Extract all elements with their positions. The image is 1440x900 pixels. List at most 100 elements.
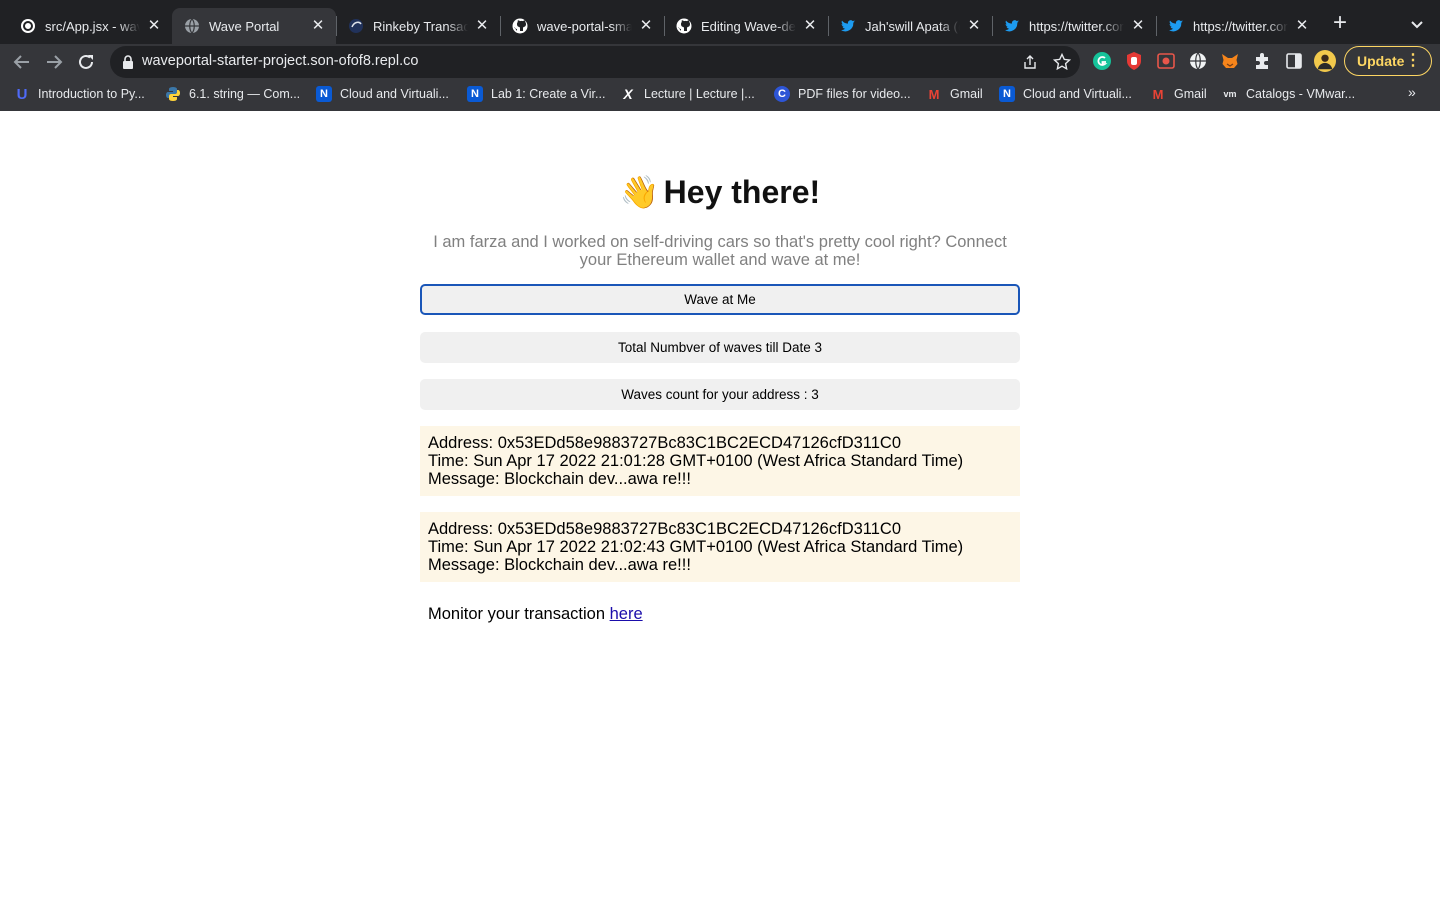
bookmark-label: Catalogs - VMwar...	[1246, 87, 1356, 101]
lock-icon[interactable]	[120, 54, 136, 70]
grammarly-extension-icon[interactable]	[1091, 50, 1113, 72]
tab-rinkeby[interactable]: Rinkeby Transacti ✕	[336, 8, 500, 44]
github-icon	[676, 18, 692, 34]
tab-github-editing[interactable]: Editing Wave-dec ✕	[664, 8, 828, 44]
bookmark-item[interactable]: M Gmail	[1150, 84, 1207, 104]
globe-icon	[184, 18, 200, 34]
notion-n-icon: N	[999, 86, 1015, 102]
update-label: Update	[1357, 53, 1405, 69]
wave-message: Message: Blockchain dev...awa re!!!	[428, 470, 691, 488]
c-logo-icon: C	[774, 86, 790, 102]
total-waves-button[interactable]: Total Numbver of waves till Date 3	[420, 332, 1020, 363]
tab-twitter-profile[interactable]: Jah'swill Apata (@ ✕	[828, 8, 992, 44]
close-tab-icon[interactable]: ✕	[638, 18, 654, 34]
tab-replit[interactable]: src/App.jsx - wave ✕	[8, 8, 172, 44]
close-tab-icon[interactable]: ✕	[146, 18, 162, 34]
tab-github-wave-portal[interactable]: wave-portal-smar ✕	[500, 8, 664, 44]
twitter-icon	[840, 18, 856, 34]
wave-at-me-button[interactable]: Wave at Me	[420, 284, 1020, 315]
close-tab-icon[interactable]: ✕	[966, 18, 982, 34]
bookmark-item[interactable]: X Lecture | Lecture |...	[620, 84, 755, 104]
url-text: waveportal-starter-project.son-ofof8.rep…	[142, 53, 419, 69]
bookmark-label: Cloud and Virtuali...	[340, 87, 449, 101]
python-icon	[165, 86, 181, 102]
bookmark-item[interactable]: vm Catalogs - VMwar...	[1222, 84, 1355, 104]
close-tab-icon[interactable]: ✕	[1130, 18, 1146, 34]
tab-twitter-link-1[interactable]: https://twitter.cor ✕	[992, 8, 1156, 44]
x-logo-icon: X	[623, 86, 633, 102]
side-panel-icon[interactable]	[1283, 50, 1305, 72]
twitter-icon	[1168, 18, 1184, 34]
tab-wave-portal[interactable]: Wave Portal ✕	[172, 8, 336, 44]
bookmark-label: Lab 1: Create a Vir...	[491, 87, 606, 101]
bookmark-item[interactable]: N Cloud and Virtuali...	[999, 84, 1132, 104]
forward-arrow-icon[interactable]	[40, 48, 68, 76]
bookmark-label: Lecture | Lecture |...	[644, 87, 755, 101]
bookmark-star-icon[interactable]	[1052, 52, 1072, 72]
browser-chrome: src/App.jsx - wave ✕ Wave Portal ✕ Rinke…	[0, 0, 1440, 111]
vmware-icon: vm	[1223, 89, 1237, 99]
reload-icon[interactable]	[72, 48, 100, 76]
gmail-icon: M	[1152, 86, 1164, 102]
close-tab-icon[interactable]: ✕	[802, 18, 818, 34]
twitter-icon	[1004, 18, 1020, 34]
etherscan-icon	[348, 18, 364, 34]
update-button[interactable]: Update ⋮	[1344, 46, 1432, 76]
waving-hand-icon: 👋	[619, 174, 660, 210]
wave-time: Time: Sun Apr 17 2022 21:01:28 GMT+0100 …	[428, 452, 964, 470]
bookmark-item[interactable]: 6.1. string — Com...	[165, 84, 300, 104]
bookmark-label: PDF files for video...	[798, 87, 911, 101]
share-icon[interactable]	[1020, 52, 1040, 72]
tab-title: Jah'swill Apata (@	[865, 18, 960, 34]
wave-card: Address: 0x53EDd58e9883727Bc83C1BC2ECD47…	[420, 426, 1020, 496]
back-arrow-icon[interactable]	[8, 48, 36, 76]
globe-extension-icon[interactable]	[1187, 50, 1209, 72]
tab-title: Wave Portal	[209, 18, 280, 34]
wave-address: Address: 0x53EDd58e9883727Bc83C1BC2ECD47…	[428, 434, 902, 452]
screen-recorder-extension-icon[interactable]	[1155, 50, 1177, 72]
tab-title: https://twitter.cor	[1193, 18, 1288, 34]
tab-title: https://twitter.cor	[1029, 18, 1124, 34]
bookmark-item[interactable]: N Lab 1: Create a Vir...	[467, 84, 605, 104]
notion-n-icon: N	[316, 86, 332, 102]
wave-time: Time: Sun Apr 17 2022 21:02:43 GMT+0100 …	[428, 538, 964, 556]
bookmark-label: Gmail	[1174, 87, 1207, 101]
wave-card: Address: 0x53EDd58e9883727Bc83C1BC2ECD47…	[420, 512, 1020, 582]
profile-avatar[interactable]	[1314, 50, 1336, 72]
your-waves-button[interactable]: Waves count for your address : 3	[420, 379, 1020, 410]
address-bar[interactable]: waveportal-starter-project.son-ofof8.rep…	[110, 46, 1080, 78]
bookmark-item[interactable]: C PDF files for video...	[774, 84, 911, 104]
bookmark-label: Introduction to Py...	[38, 87, 145, 101]
extensions-puzzle-icon[interactable]	[1251, 50, 1273, 72]
wave-message: Message: Blockchain dev...awa re!!!	[428, 556, 691, 574]
monitor-transaction-text: Monitor your transaction here	[428, 605, 643, 624]
bookmark-item[interactable]: M Gmail	[926, 84, 983, 104]
bio-text: I am farza and I worked on self-driving …	[433, 233, 1007, 269]
metamask-fox-icon[interactable]	[1219, 50, 1241, 72]
tab-title: wave-portal-smar	[537, 18, 632, 34]
bookmark-item[interactable]: U Introduction to Py...	[14, 84, 145, 104]
tab-twitter-link-2[interactable]: https://twitter.cor ✕	[1156, 8, 1320, 44]
close-tab-icon[interactable]: ✕	[474, 18, 490, 34]
more-menu-icon[interactable]: ⋮	[1405, 47, 1421, 75]
stop-hand-extension-icon[interactable]	[1123, 50, 1145, 72]
tab-title: Editing Wave-dec	[701, 18, 796, 34]
more-bookmarks-chevron-icon[interactable]: »	[1408, 84, 1416, 100]
monitor-here-link[interactable]: here	[610, 605, 643, 623]
udacity-icon: U	[16, 85, 28, 103]
tab-title: Rinkeby Transacti	[373, 18, 468, 34]
wave-address: Address: 0x53EDd58e9883727Bc83C1BC2ECD47…	[428, 520, 902, 538]
gmail-icon: M	[928, 86, 940, 102]
bookmark-item[interactable]: N Cloud and Virtuali...	[316, 84, 449, 104]
bookmark-label: 6.1. string — Com...	[189, 87, 301, 101]
tab-search-chevron-icon[interactable]	[1406, 14, 1428, 36]
monitor-label: Monitor your transaction	[428, 605, 610, 623]
bookmark-label: Cloud and Virtuali...	[1023, 87, 1132, 101]
github-icon	[512, 18, 528, 34]
close-tab-icon[interactable]: ✕	[1294, 18, 1310, 34]
new-tab-plus-icon[interactable]: +	[1328, 11, 1352, 36]
notion-n-icon: N	[467, 86, 483, 102]
page-title: 👋 Hey there!	[420, 173, 1020, 211]
tab-strip: src/App.jsx - wave ✕ Wave Portal ✕ Rinke…	[0, 0, 1440, 44]
close-tab-icon[interactable]: ✕	[310, 18, 326, 34]
